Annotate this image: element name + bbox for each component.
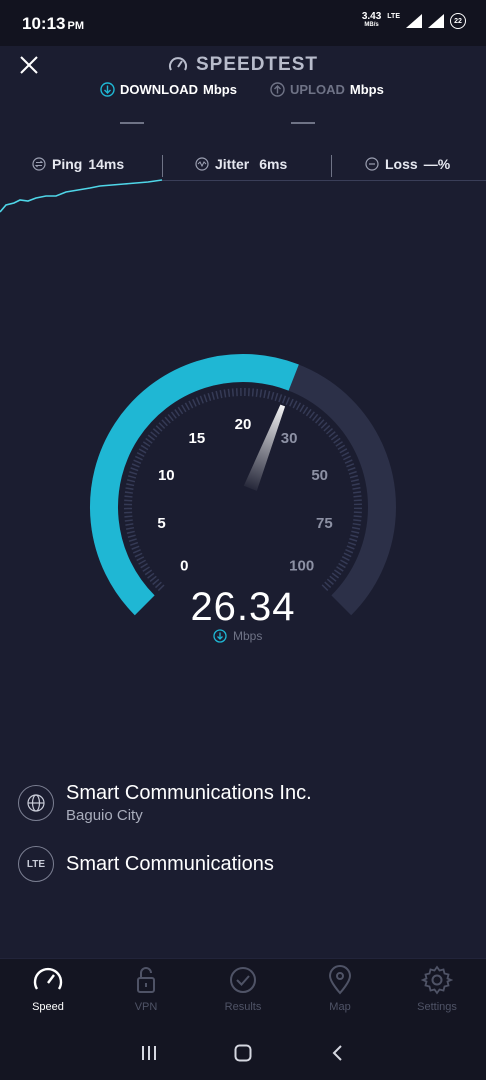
nav-speed-label: Speed xyxy=(32,1001,64,1013)
speedometer-icon xyxy=(33,967,63,990)
download-unit: Mbps xyxy=(203,82,237,97)
nav-vpn[interactable]: VPN xyxy=(106,965,186,1013)
jitter-value: 6ms xyxy=(259,156,288,172)
header: SPEEDTEST xyxy=(0,54,486,80)
loss-label: Loss xyxy=(385,156,418,172)
metrics-divider xyxy=(162,155,163,177)
speedometer-icon xyxy=(169,57,187,71)
upload-value-placeholder xyxy=(291,122,315,124)
gauge-tick-label: 10 xyxy=(158,467,175,484)
isp-info: Smart Communications Inc. Baguio City LT… xyxy=(18,778,478,908)
gauge-tick-label: 5 xyxy=(157,515,165,532)
back-icon[interactable] xyxy=(328,1043,346,1063)
gauge-tick-label: 75 xyxy=(316,515,333,532)
ping-icon xyxy=(32,157,46,171)
bottom-navigation: Speed VPN Results Map Settings xyxy=(0,958,486,1028)
lte-indicator: LTE xyxy=(387,12,400,20)
recent-apps-icon[interactable] xyxy=(140,1044,158,1062)
loss-icon xyxy=(365,157,379,171)
gauge-tick-label: 15 xyxy=(189,430,206,447)
ping-value: 14ms xyxy=(88,156,125,172)
metrics-divider xyxy=(331,155,332,177)
network-speed-unit: MB/s xyxy=(364,22,379,28)
jitter-icon xyxy=(195,157,209,171)
download-icon xyxy=(100,82,115,97)
gear-icon xyxy=(421,965,453,995)
status-bar: 10:13 PM 3.43 MB/s LTE 22 xyxy=(0,0,486,46)
status-time: 10:13 PM xyxy=(22,14,84,34)
status-time-value: 10:13 xyxy=(22,14,66,33)
ping-metric: Ping 14ms xyxy=(32,156,124,172)
gauge-unit-group: Mbps xyxy=(213,629,262,643)
network-speed-value: 3.43 xyxy=(361,11,382,22)
nav-results-label: Results xyxy=(224,1001,262,1013)
status-ampm: PM xyxy=(67,20,84,32)
nav-speed[interactable]: Speed xyxy=(8,965,88,1013)
app-title-text: SPEEDTEST xyxy=(196,54,318,75)
gauge-tick-label: 20 xyxy=(235,416,252,433)
check-circle-icon xyxy=(230,967,256,993)
nav-map[interactable]: Map xyxy=(300,965,380,1013)
speed-gauge: 0 5 10 15 20 30 50 75 100 26.34 Mbps xyxy=(90,354,396,643)
app-title: SPEEDTEST xyxy=(168,54,318,76)
upload-unit: Mbps xyxy=(349,82,384,97)
provider-location: Baguio City xyxy=(66,807,143,824)
map-pin-icon xyxy=(328,965,352,995)
gauge-tick-label: 30 xyxy=(281,430,298,447)
speed-tabs: DOWNLOAD Mbps UPLOAD Mbps xyxy=(0,82,486,102)
status-icons: 3.43 MB/s LTE 22 xyxy=(362,12,466,30)
signal-icon xyxy=(406,14,422,28)
gauge-download-icon xyxy=(213,629,227,643)
jitter-label: Jitter xyxy=(215,156,250,172)
nav-settings[interactable]: Settings xyxy=(397,965,477,1013)
gauge-speed-value: 26.34 xyxy=(190,585,295,629)
gauge-tick-label: 50 xyxy=(311,467,328,484)
nav-settings-label: Settings xyxy=(417,1001,457,1013)
battery-icon: 22 xyxy=(450,13,466,29)
provider-name: Smart Communications Inc. xyxy=(66,782,312,804)
download-label: DOWNLOAD xyxy=(120,82,198,97)
network-speed: 3.43 MB/s xyxy=(362,12,381,30)
nav-map-label: Map xyxy=(329,1001,351,1013)
nav-vpn-label: VPN xyxy=(134,1001,158,1013)
globe-icon xyxy=(18,785,54,821)
gauge-unit: Mbps xyxy=(233,629,262,643)
home-icon[interactable] xyxy=(233,1043,253,1063)
lte-icon: LTE xyxy=(18,846,54,882)
loss-metric: Loss —% xyxy=(365,156,450,172)
lte-icon-label: LTE xyxy=(26,858,46,870)
gauge-tick-label: 0 xyxy=(180,558,188,575)
network-name: Smart Communications xyxy=(66,852,274,875)
nav-results[interactable]: Results xyxy=(203,965,283,1013)
loss-value: —% xyxy=(423,156,451,172)
download-value-placeholder xyxy=(120,122,144,124)
throughput-graph xyxy=(0,179,163,213)
system-navigation xyxy=(0,1028,486,1080)
provider-row: Smart Communications Inc. Baguio City xyxy=(18,782,312,824)
upload-icon xyxy=(270,82,285,97)
download-indicator: DOWNLOAD Mbps xyxy=(100,82,237,97)
unlock-icon xyxy=(137,967,155,993)
metrics-underline xyxy=(162,180,486,181)
gauge-tick-label: 100 xyxy=(289,558,314,575)
upload-indicator: UPLOAD Mbps xyxy=(270,82,384,97)
battery-level: 22 xyxy=(454,17,462,25)
signal-icon-2 xyxy=(428,14,444,28)
jitter-metric: Jitter 6ms xyxy=(195,156,287,172)
network-row: LTE Smart Communications xyxy=(18,846,274,882)
upload-label: UPLOAD xyxy=(290,82,345,97)
ping-label: Ping xyxy=(52,156,83,172)
